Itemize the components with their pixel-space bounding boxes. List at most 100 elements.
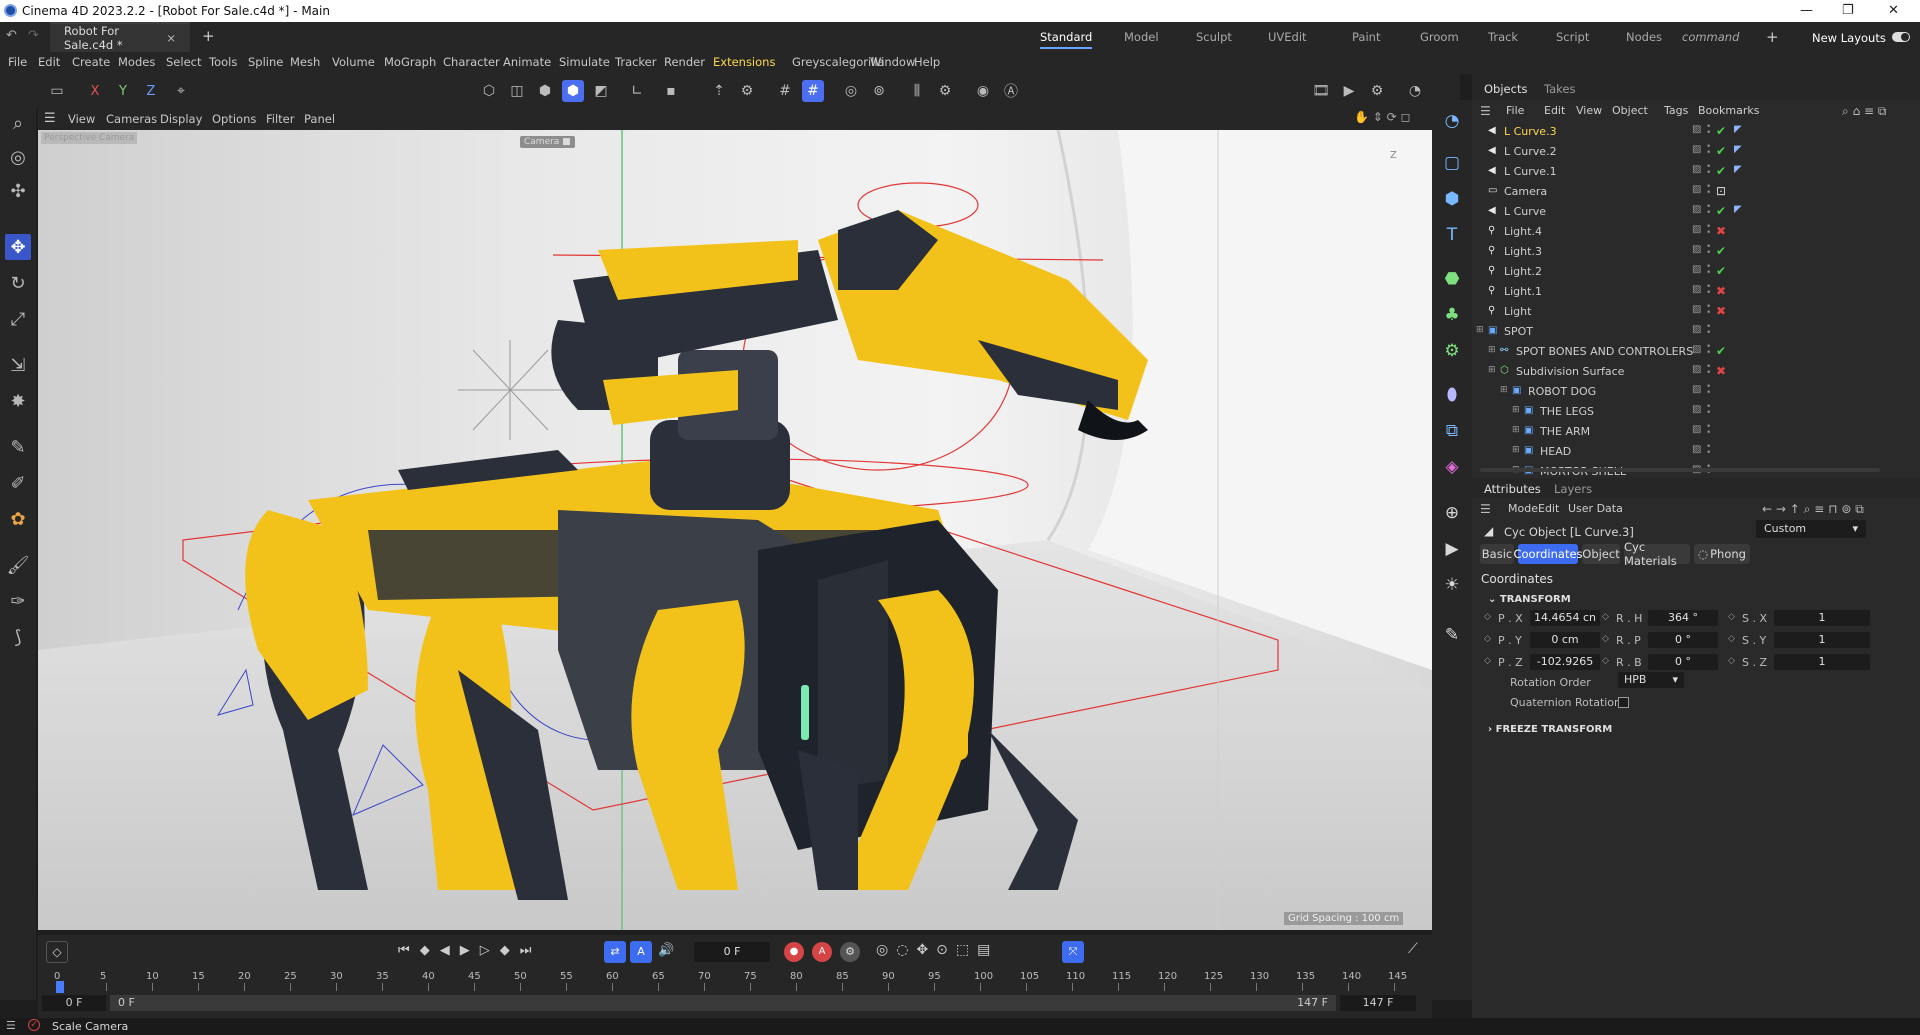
field-pz[interactable]: -102.9265 xyxy=(1530,654,1600,670)
tab-layers[interactable]: Layers xyxy=(1554,482,1592,496)
expand-toggle-icon[interactable]: ⊞ xyxy=(1512,405,1520,415)
objects-scrollbar[interactable] xyxy=(1480,468,1880,472)
visibility-dots-icon[interactable]: • • xyxy=(1706,383,1711,398)
edit-layer-icon[interactable]: ▨ xyxy=(1692,424,1701,435)
add-tab-icon[interactable]: + xyxy=(202,27,215,45)
scale-tool-icon[interactable]: ⤢ xyxy=(5,306,31,332)
enabled-check-icon[interactable]: ✔ xyxy=(1716,164,1726,178)
attributes-menu-mode[interactable]: Mode xyxy=(1508,502,1538,515)
object-row[interactable]: ◀ L Curve ▨ • • ✔ ◤ xyxy=(1472,202,1920,222)
object-row[interactable]: ⚲ Light.1 ▨ • • ✖ xyxy=(1472,282,1920,302)
object-row[interactable]: ◀ L Curve.2 ▨ • • ✔ ◤ xyxy=(1472,142,1920,162)
points-mode-icon[interactable]: ⬡ xyxy=(478,80,500,102)
cube-object-icon[interactable]: ⬢ xyxy=(1439,186,1465,212)
object-row[interactable]: ⚲ Light.4 ▨ • • ✖ xyxy=(1472,222,1920,242)
menu-window[interactable]: Window xyxy=(870,55,915,69)
plane-object-icon[interactable]: ▢ xyxy=(1439,150,1465,176)
menu-volume[interactable]: Volume xyxy=(332,55,375,69)
tag-icon[interactable]: ◈ xyxy=(1439,454,1465,480)
objects-menu-object[interactable]: Object xyxy=(1612,104,1648,117)
expand-toggle-icon[interactable]: ⊞ xyxy=(1488,365,1496,375)
visibility-dots-icon[interactable]: • • xyxy=(1706,423,1711,438)
key-point-icon[interactable]: ▤ xyxy=(977,942,998,958)
command-palette-icon[interactable]: ▭ xyxy=(46,80,68,102)
transfer-tool-icon[interactable]: ⇲ xyxy=(5,352,31,378)
visibility-dots-icon[interactable]: • • xyxy=(1706,163,1711,178)
viewport-menu-display[interactable]: Display xyxy=(160,112,202,126)
search-icon[interactable]: ⌕ xyxy=(1804,502,1811,516)
close-tab-icon[interactable]: × xyxy=(166,31,176,45)
edit-layer-icon[interactable]: ▨ xyxy=(1692,364,1701,375)
scene-icon[interactable]: ⊕ xyxy=(1439,500,1465,526)
edit-layer-icon[interactable]: ▨ xyxy=(1692,384,1701,395)
layout-toggle[interactable] xyxy=(1892,32,1910,42)
edit-layer-icon[interactable]: ▨ xyxy=(1692,184,1701,195)
sculpt-tool-icon[interactable]: ✸ xyxy=(5,388,31,414)
expand-toggle-icon[interactable]: ⊞ xyxy=(1476,325,1484,335)
attr-tab-phong[interactable]: ◌ Phong xyxy=(1694,544,1750,564)
filter-icon[interactable]: ≡ xyxy=(1814,502,1824,516)
spline-sketch-icon[interactable]: ✐ xyxy=(5,470,31,496)
viewport-menu-filter[interactable]: Filter xyxy=(266,112,294,126)
new-layouts-button[interactable]: New Layouts xyxy=(1812,31,1886,45)
layout-track[interactable]: Track xyxy=(1488,30,1518,44)
edit-layer-icon[interactable]: ▨ xyxy=(1692,124,1701,135)
record-icon[interactable]: ● xyxy=(784,942,804,962)
field-sy[interactable]: 1 xyxy=(1774,632,1870,648)
menu-tracker[interactable]: Tracker xyxy=(615,55,657,69)
edit-layer-icon[interactable]: ▨ xyxy=(1692,284,1701,295)
edit-layer-icon[interactable]: ▨ xyxy=(1692,324,1701,335)
key-rotation-icon[interactable]: ◌ xyxy=(896,942,916,958)
enabled-check-icon[interactable]: ✔ xyxy=(1716,124,1726,138)
move-tool-icon[interactable]: ✥ xyxy=(5,234,31,260)
camera-rig-icon[interactable]: ▶ xyxy=(1439,536,1465,562)
objects-menu-icon[interactable]: ☰ xyxy=(1480,104,1491,118)
phong-tag-icon[interactable]: ◤ xyxy=(1734,144,1742,155)
target-tag-icon[interactable]: ⊡ xyxy=(1716,184,1726,198)
polygons-mode-icon[interactable]: ⬢ xyxy=(534,80,556,102)
tweak-tool-icon[interactable]: ✣ xyxy=(5,178,31,204)
target-icon[interactable]: ⊚ xyxy=(1841,502,1851,516)
field-rp[interactable]: 0 ° xyxy=(1648,632,1718,648)
knife-tool-icon[interactable]: ✑ xyxy=(5,588,31,614)
layout-nodes[interactable]: Nodes xyxy=(1626,30,1662,44)
object-row[interactable]: ⊞ ▣ THE ARM ▨ • • xyxy=(1472,422,1920,442)
attributes-menu-user-data[interactable]: User Data xyxy=(1568,502,1623,515)
menu-help[interactable]: Help xyxy=(914,55,940,69)
brush-tool-icon[interactable]: 🖌 xyxy=(5,552,31,578)
field-rb[interactable]: 0 ° xyxy=(1648,654,1718,670)
lock-icon[interactable]: ⊓ xyxy=(1828,502,1837,516)
object-row[interactable]: ◀ L Curve.3 ▨ • • ✔ ◤ xyxy=(1472,122,1920,142)
visibility-dots-icon[interactable]: • • xyxy=(1706,303,1711,318)
objects-menu-edit[interactable]: Edit xyxy=(1544,104,1565,117)
menu-select[interactable]: Select xyxy=(166,55,201,69)
edit-layer-icon[interactable]: ▨ xyxy=(1692,224,1701,235)
object-row[interactable]: ⊞ ▣ HEAD ▨ • • xyxy=(1472,442,1920,462)
object-row[interactable]: ⊞ ▣ SPOT ▨ • • xyxy=(1472,322,1920,342)
add-layout-icon[interactable]: + xyxy=(1766,28,1779,46)
edit-layer-icon[interactable]: ▨ xyxy=(1692,164,1701,175)
attr-tab-cyc-materials[interactable]: Cyc Materials xyxy=(1624,540,1690,568)
keyframe-diamond-icon[interactable]: ◇ xyxy=(1728,612,1735,622)
viewport-hamburger-icon[interactable]: ☰ xyxy=(44,111,56,126)
object-row[interactable]: ⊞ ⚯ SPOT BONES AND CONTROLERS ▨ • • ✔ xyxy=(1472,342,1920,362)
phong-tag-icon[interactable]: ◤ xyxy=(1734,204,1742,215)
model-mode-icon[interactable]: ⬢ xyxy=(562,80,584,102)
menu-animate[interactable]: Animate xyxy=(503,55,551,69)
effector-icon[interactable]: ⚙ xyxy=(1439,338,1465,364)
key-position-icon[interactable]: ◎ xyxy=(876,942,896,958)
phong-tag-icon[interactable]: ◤ xyxy=(1734,164,1742,175)
layout-sculpt[interactable]: Sculpt xyxy=(1196,30,1232,44)
rotate-view-icon[interactable]: ⟳ xyxy=(1387,110,1397,124)
maximize-view-icon[interactable]: ◻ xyxy=(1401,110,1411,124)
keyframe-diamond-icon[interactable]: ◇ xyxy=(1602,634,1609,644)
edit-layer-icon[interactable]: ▨ xyxy=(1692,244,1701,255)
live-selection-icon[interactable]: ◎ xyxy=(5,144,31,170)
axis-mode-icon[interactable]: ∟ xyxy=(626,80,648,102)
document-tab[interactable]: Robot For Sale.c4d * × xyxy=(50,22,190,52)
visibility-dots-icon[interactable]: • • xyxy=(1706,263,1711,278)
expand-toggle-icon[interactable]: ⊞ xyxy=(1512,425,1520,435)
objects-menu-file[interactable]: File xyxy=(1506,104,1524,117)
visibility-dots-icon[interactable]: • • xyxy=(1706,343,1711,358)
enabled-check-icon[interactable]: ✔ xyxy=(1716,144,1726,158)
